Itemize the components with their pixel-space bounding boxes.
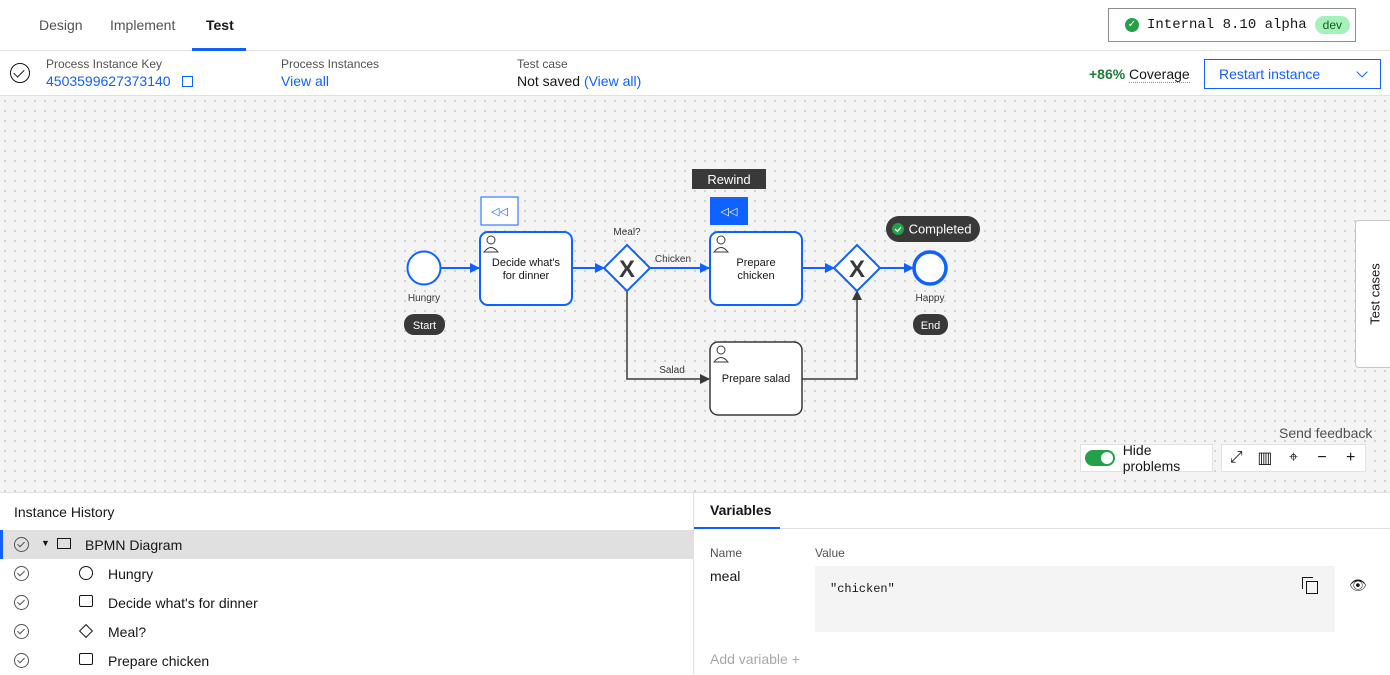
- coverage-percent: +86%: [1089, 66, 1126, 82]
- tab-divider: [780, 528, 1390, 529]
- caret-down-icon[interactable]: ▼: [41, 538, 50, 548]
- task-decide-label-2: for dinner: [503, 270, 550, 282]
- history-row-label: Prepare chicken: [108, 653, 210, 669]
- task-salad-label: Prepare salad: [722, 373, 791, 385]
- eye-icon[interactable]: 👁: [1349, 577, 1367, 594]
- history-row[interactable]: Meal?: [0, 617, 694, 646]
- add-variable-button[interactable]: Add variable +: [710, 651, 800, 667]
- process-instances-label: Process Instances: [281, 57, 380, 71]
- task-chicken-label-2: chicken: [737, 270, 774, 282]
- hide-problems-label: Hide problems: [1122, 442, 1181, 474]
- completed-label: Completed: [909, 222, 972, 237]
- zoom-out-icon[interactable]: −: [1311, 449, 1333, 467]
- check-icon: [14, 624, 29, 639]
- rewind-icon: ◁◁: [721, 206, 738, 218]
- check-icon: [14, 595, 29, 610]
- top-navigation: Design Implement Test ✓ Internal 8.10 al…: [0, 0, 1390, 51]
- end-badge-label: End: [921, 320, 941, 332]
- bpmn-diagram: Hungry Start ◁◁ Decide what's for dinner…: [404, 169, 980, 416]
- restart-instance-label: Restart instance: [1219, 66, 1321, 82]
- environment-selector[interactable]: ✓ Internal 8.10 alpha dev: [1108, 8, 1356, 42]
- column-header-name: Name: [710, 546, 743, 560]
- exclusive-x-icon: X: [849, 256, 865, 283]
- test-cases-tab-label: Test cases: [1367, 263, 1383, 325]
- bpmn-canvas[interactable]: Hungry Start ◁◁ Decide what's for dinner…: [0, 96, 1390, 492]
- chevron-down-icon: [1356, 66, 1368, 78]
- column-header-value: Value: [815, 546, 845, 560]
- instance-info-bar: Process Instance Key 4503599627373140 Pr…: [0, 51, 1390, 96]
- process-key-link[interactable]: 4503599627373140: [46, 73, 194, 89]
- exclusive-x-icon: X: [619, 256, 635, 283]
- history-row[interactable]: Hungry: [0, 559, 694, 588]
- history-row[interactable]: ▼ BPMN Diagram: [0, 530, 694, 559]
- tab-variables[interactable]: Variables: [694, 493, 780, 529]
- zoom-in-icon[interactable]: +: [1340, 449, 1362, 467]
- check-icon: [14, 537, 29, 552]
- instance-history-title: Instance History: [14, 504, 115, 520]
- gateway-label: Meal?: [613, 227, 641, 238]
- test-case-label: Test case: [517, 57, 568, 71]
- history-row-label: Meal?: [108, 624, 147, 640]
- end-event-label: Happy: [916, 293, 945, 304]
- check-icon: [892, 223, 904, 235]
- test-case-status: Not saved (View all): [517, 73, 641, 89]
- gateway-icon: [78, 623, 94, 639]
- view-all-instances-link[interactable]: View all: [281, 73, 329, 89]
- coverage-link[interactable]: Coverage: [1129, 66, 1190, 83]
- tab-implement[interactable]: Implement: [110, 0, 175, 51]
- instance-history-panel: Instance History ▼ BPMN Diagram Hungry D…: [0, 492, 694, 674]
- task-chicken-label-1: Prepare: [736, 257, 775, 269]
- variable-name: meal: [710, 568, 741, 584]
- start-badge-label: Start: [413, 320, 436, 332]
- history-row[interactable]: Decide what's for dinner: [0, 588, 694, 617]
- send-feedback-link[interactable]: Send feedback: [1279, 425, 1372, 441]
- end-event-happy[interactable]: [912, 250, 948, 286]
- flow-salad-label: Salad: [659, 365, 685, 376]
- check-icon: [14, 566, 29, 581]
- process-key-value: 4503599627373140: [46, 73, 171, 89]
- task-icon: [79, 653, 93, 665]
- restart-instance-button[interactable]: Restart instance: [1204, 59, 1381, 89]
- environment-label: Internal 8.10 alpha: [1147, 17, 1307, 33]
- rewind-icon: ◁◁: [491, 206, 508, 218]
- hide-problems-toggle[interactable]: Hide problems: [1080, 442, 1213, 474]
- variables-panel: Variables Name Value meal "chicken" 👁 Ad…: [694, 492, 1390, 674]
- history-row-label: Hungry: [108, 566, 154, 582]
- test-case-value: Not saved: [517, 73, 581, 89]
- check-icon: [14, 653, 29, 668]
- status-check-icon: [10, 63, 30, 83]
- fit-screen-icon[interactable]: ⤢: [1225, 449, 1247, 467]
- history-row-label: Decide what's for dinner: [108, 595, 258, 611]
- check-icon: ✓: [1125, 18, 1139, 32]
- test-cases-tab[interactable]: Test cases: [1355, 220, 1390, 368]
- toggle-switch[interactable]: [1085, 450, 1115, 466]
- variable-value: "chicken": [830, 582, 895, 596]
- external-link-icon: [182, 76, 194, 87]
- center-target-icon[interactable]: ⌖: [1282, 449, 1304, 467]
- copy-icon[interactable]: [1302, 577, 1318, 594]
- start-event-hungry[interactable]: [406, 250, 442, 286]
- view-all-test-cases-link[interactable]: (View all): [584, 73, 641, 89]
- process-key-label: Process Instance Key: [46, 57, 163, 71]
- flow-salad-to-join: [802, 290, 862, 380]
- task-icon: [79, 595, 93, 607]
- minimap-icon[interactable]: ▥: [1254, 448, 1276, 468]
- history-row[interactable]: Prepare chicken: [0, 646, 694, 675]
- start-event-label: Hungry: [408, 293, 440, 304]
- canvas-controls: ⤢ ▥ ⌖ − +: [1221, 444, 1366, 472]
- diagram-icon: [57, 538, 71, 549]
- tab-test[interactable]: Test: [206, 0, 234, 51]
- circle-icon: [79, 566, 93, 580]
- environment-tag: dev: [1314, 16, 1350, 34]
- rewind-tooltip-label: Rewind: [707, 172, 750, 187]
- task-decide-label-1: Decide what's: [492, 257, 561, 269]
- flow-chicken-label: Chicken: [655, 254, 691, 265]
- history-row-label: BPMN Diagram: [85, 537, 183, 553]
- tab-design[interactable]: Design: [39, 0, 83, 51]
- variable-value-field[interactable]: "chicken": [815, 566, 1335, 632]
